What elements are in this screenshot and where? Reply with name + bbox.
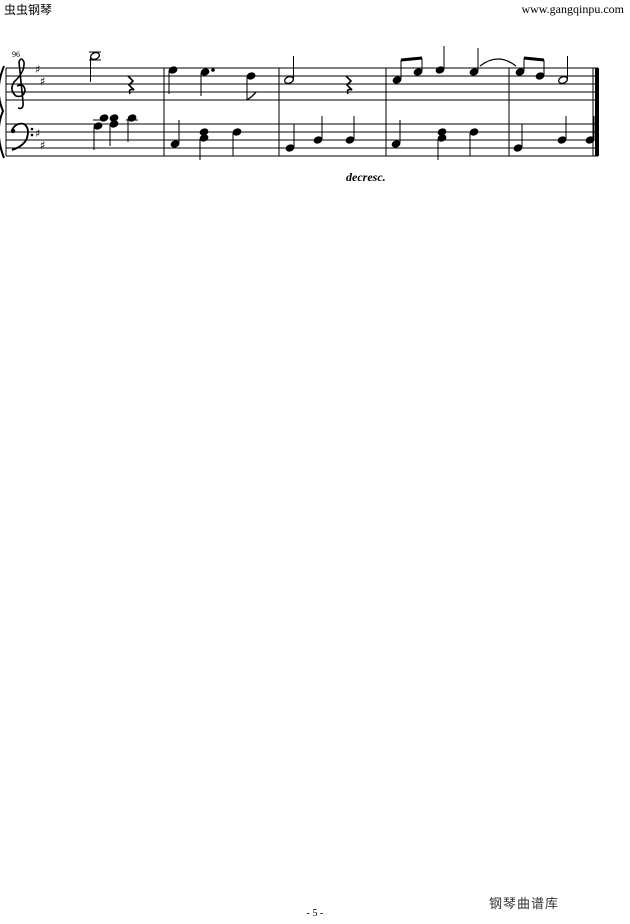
music-score: ♯ ♯ ♯ ♯ [0,46,599,160]
brace [0,65,5,159]
svg-text:♯: ♯ [40,139,45,152]
dynamic-marking: decresc. [346,170,386,184]
page-number: - 5 - [306,908,324,919]
bass-notes [93,114,595,160]
bass-clef-icon [10,122,34,151]
bass-chord-m1 [109,114,119,146]
svg-text:♯: ♯ [40,75,45,88]
